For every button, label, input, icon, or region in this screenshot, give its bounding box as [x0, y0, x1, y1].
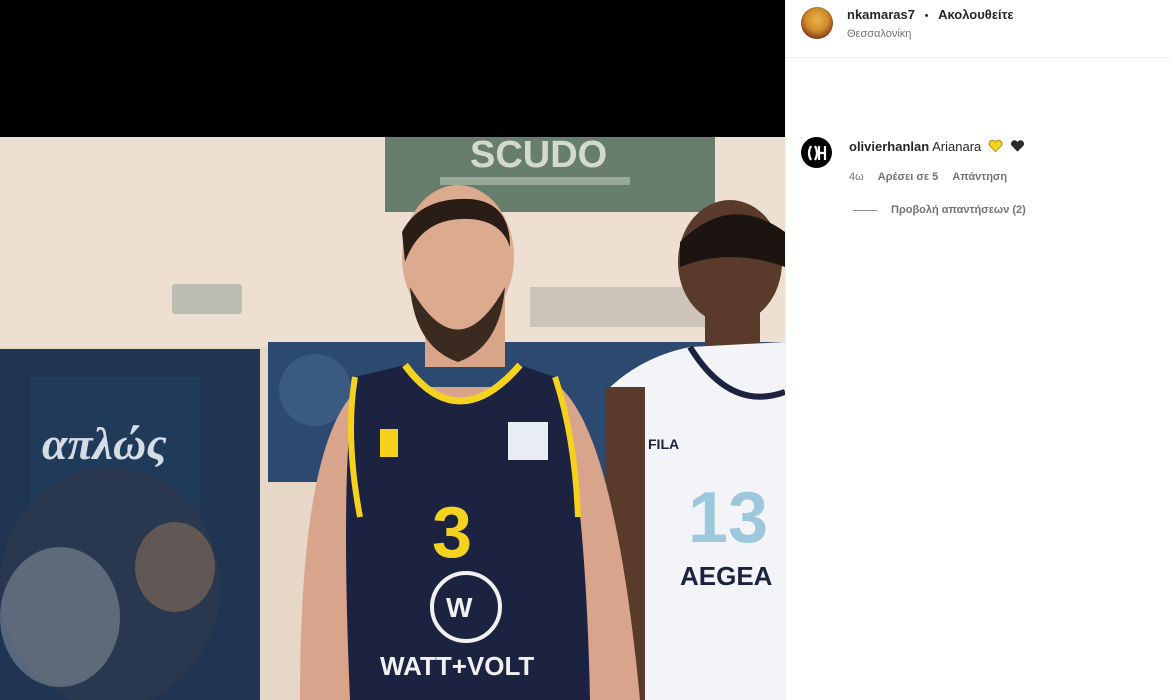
- banner-scudo-text: SCUDO: [470, 137, 607, 176]
- post-location[interactable]: Θεσσαλονίκη: [847, 28, 911, 40]
- comment-likes-link[interactable]: Αρέσει σε 5: [878, 171, 939, 183]
- reply-button[interactable]: Απάντηση: [952, 171, 1007, 183]
- second-jersey-number-text: 13: [688, 478, 768, 558]
- oh-logo-icon: [807, 144, 826, 161]
- svg-text:W: W: [446, 592, 473, 623]
- main-jersey-sponsor-text: WATT+VOLT: [380, 651, 534, 681]
- view-replies-button[interactable]: Προβολή απαντήσεων (2): [853, 204, 1026, 216]
- separator-dot: •: [924, 10, 929, 22]
- comment-time: 4ω: [849, 171, 864, 183]
- following-button[interactable]: Ακολουθείτε: [938, 7, 1014, 22]
- second-jersey-brand-text: FILA: [648, 436, 679, 452]
- commenter-username[interactable]: olivierhanlan: [849, 139, 929, 154]
- photo-illustration: SCUDO απλώς FILA 13 AEGEA 3 W WATT+VOLT: [0, 137, 785, 700]
- comment-meta: 4ω Αρέσει σε 5 Απάντηση: [849, 171, 1018, 183]
- owner-username[interactable]: nkamaras7: [847, 7, 915, 22]
- owner-line: nkamaras7 • Ακολουθείτε: [847, 7, 1014, 22]
- second-jersey-sponsor-text: AEGEA: [680, 561, 773, 591]
- view-replies-label: Προβολή απαντήσεων (2): [891, 204, 1026, 216]
- yellow-heart-icon: [988, 139, 1003, 156]
- commenter-avatar[interactable]: [801, 137, 832, 168]
- banner-aplos-text: απλώς: [42, 418, 167, 469]
- comment-body: Arianara: [932, 139, 982, 154]
- post-header: nkamaras7 • Ακολουθείτε Θεσσαλονίκη: [786, 0, 1170, 58]
- view-replies-line: [853, 209, 877, 211]
- black-heart-icon: [1010, 139, 1025, 156]
- post-side-panel: nkamaras7 • Ακολουθείτε Θεσσαλονίκη oliv…: [785, 0, 1170, 700]
- main-jersey-number-text: 3: [432, 493, 472, 573]
- comment-text: olivierhanlan Arianara: [849, 139, 1025, 156]
- post-photo[interactable]: SCUDO απλώς FILA 13 AEGEA 3 W WATT+VOLT: [0, 137, 785, 700]
- post-media[interactable]: SCUDO απλώς FILA 13 AEGEA 3 W WATT+VOLT: [0, 0, 785, 700]
- owner-avatar[interactable]: [801, 7, 833, 39]
- comment: olivierhanlan Arianara 4ω Αρέσει σε 5 Απ…: [786, 58, 1170, 216]
